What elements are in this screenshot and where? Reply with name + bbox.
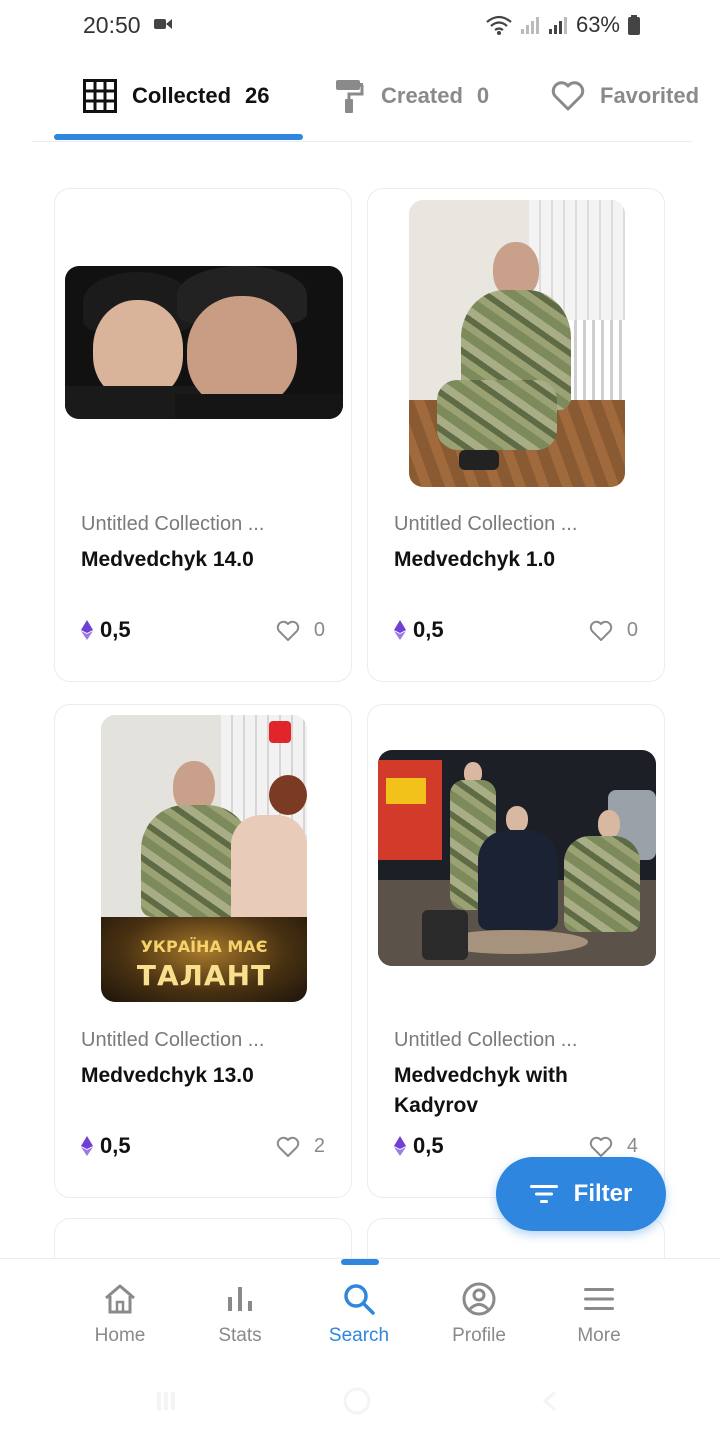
tabs-divider xyxy=(32,141,692,142)
nav-home-label: Home xyxy=(94,1325,146,1346)
nav-search-label: Search xyxy=(328,1325,390,1346)
tab-created[interactable]: Created 0 xyxy=(331,74,489,118)
nft-price: 0,5 xyxy=(81,1133,131,1159)
ethereum-icon xyxy=(81,1136,93,1156)
filter-button[interactable]: Filter xyxy=(496,1157,666,1231)
profile-icon xyxy=(462,1282,496,1316)
nft-card[interactable]: Untitled Collection ... Medvedchyk with … xyxy=(367,704,665,1198)
search-icon xyxy=(344,1284,375,1315)
nft-card[interactable]: Untitled Collection ... Medvedchyk 14.0 … xyxy=(54,188,352,682)
collection-name: Untitled Collection ... xyxy=(394,513,578,535)
recent-apps-icon[interactable] xyxy=(155,1390,177,1412)
heart-icon xyxy=(589,620,613,641)
ethereum-icon xyxy=(394,620,406,640)
nft-price: 0,5 xyxy=(81,617,131,643)
paint-roller-icon xyxy=(331,78,367,114)
collection-name: Untitled Collection ... xyxy=(394,1029,578,1051)
tab-favorited[interactable]: Favorited xyxy=(550,74,699,118)
heart-icon xyxy=(550,78,586,114)
collection-name: Untitled Collection ... xyxy=(81,513,265,535)
like-button[interactable]: 2 xyxy=(276,1135,325,1158)
nft-thumbnail[interactable] xyxy=(65,266,343,419)
price-value: 0,5 xyxy=(413,617,444,642)
status-time: 20:50 xyxy=(83,12,141,38)
nav-profile[interactable]: Profile xyxy=(419,1281,539,1347)
status-bar: 20:50 63% xyxy=(0,0,720,56)
like-button[interactable]: 0 xyxy=(276,619,325,642)
like-count: 2 xyxy=(313,1135,325,1157)
like-button[interactable]: 0 xyxy=(589,619,638,642)
like-count: 0 xyxy=(313,619,325,641)
video-camera-icon xyxy=(154,19,172,29)
nav-profile-label: Profile xyxy=(452,1325,506,1346)
status-indicators: 63% xyxy=(486,12,640,38)
nft-price: 0,5 xyxy=(394,617,444,643)
nft-name: Medvedchyk with Kadyrov xyxy=(394,1064,568,1117)
collection-tabs: Collected 26 Created 0 Favorited xyxy=(0,60,720,142)
like-button[interactable]: 4 xyxy=(589,1135,638,1158)
nft-name: Medvedchyk 14.0 xyxy=(81,548,254,571)
tab-favorited-label: Favorited xyxy=(600,83,700,108)
nft-card[interactable]: УКРАЇНА МАЄ ТАЛАНТ Untitled Collection .… xyxy=(54,704,352,1198)
nav-stats-label: Stats xyxy=(218,1325,262,1346)
talent-title-line1: УКРАЇНА МАЄ xyxy=(140,937,268,956)
tab-created-label: Created xyxy=(381,83,463,108)
talent-title-line2: ТАЛАНТ xyxy=(136,959,272,992)
home-circle-icon[interactable] xyxy=(342,1386,372,1416)
battery-percent: 63% xyxy=(575,12,620,37)
nft-thumbnail[interactable] xyxy=(378,750,656,966)
home-icon xyxy=(105,1284,135,1314)
tab-collected-label: Collected xyxy=(132,83,232,108)
nft-thumbnail[interactable]: УКРАЇНА МАЄ ТАЛАНТ xyxy=(101,715,307,1002)
nav-stats[interactable]: Stats xyxy=(180,1281,300,1347)
like-count: 4 xyxy=(626,1135,638,1157)
grid-icon xyxy=(82,78,118,114)
ethereum-icon xyxy=(81,620,93,640)
tab-collected[interactable]: Collected 26 xyxy=(82,74,270,118)
tab-collected-count: 26 xyxy=(245,83,270,108)
signal-icon-2 xyxy=(548,17,567,34)
collection-name: Untitled Collection ... xyxy=(81,1029,265,1051)
wifi-icon xyxy=(486,15,512,35)
nft-card[interactable]: Untitled Collection ... Medvedchyk 1.0 0… xyxy=(367,188,665,682)
heart-icon xyxy=(276,620,300,641)
price-value: 0,5 xyxy=(100,1133,131,1158)
heart-icon xyxy=(589,1136,613,1157)
nav-more[interactable]: More xyxy=(539,1281,659,1347)
price-value: 0,5 xyxy=(100,617,131,642)
ethereum-icon xyxy=(394,1136,406,1156)
filter-icon xyxy=(529,1185,558,1203)
tab-created-count: 0 xyxy=(476,83,490,108)
nft-thumbnail[interactable] xyxy=(409,200,625,487)
bar-chart-icon xyxy=(228,1287,252,1311)
menu-icon xyxy=(584,1288,614,1310)
nav-more-label: More xyxy=(577,1325,621,1346)
like-count: 0 xyxy=(626,619,638,641)
active-tab-indicator xyxy=(54,134,303,140)
heart-icon xyxy=(276,1136,300,1157)
system-navigation-bar xyxy=(0,1378,720,1440)
nft-name: Medvedchyk 13.0 xyxy=(81,1064,254,1087)
nft-price: 0,5 xyxy=(394,1133,444,1159)
filter-label: Filter xyxy=(573,1180,633,1207)
nav-active-indicator xyxy=(341,1259,379,1265)
back-icon[interactable] xyxy=(540,1390,562,1412)
nav-search[interactable]: Search xyxy=(299,1281,419,1347)
nft-name: Medvedchyk 1.0 xyxy=(394,548,556,571)
price-value: 0,5 xyxy=(413,1133,444,1158)
nav-home[interactable]: Home xyxy=(60,1281,180,1347)
battery-icon xyxy=(628,15,640,35)
signal-icon xyxy=(520,17,539,34)
